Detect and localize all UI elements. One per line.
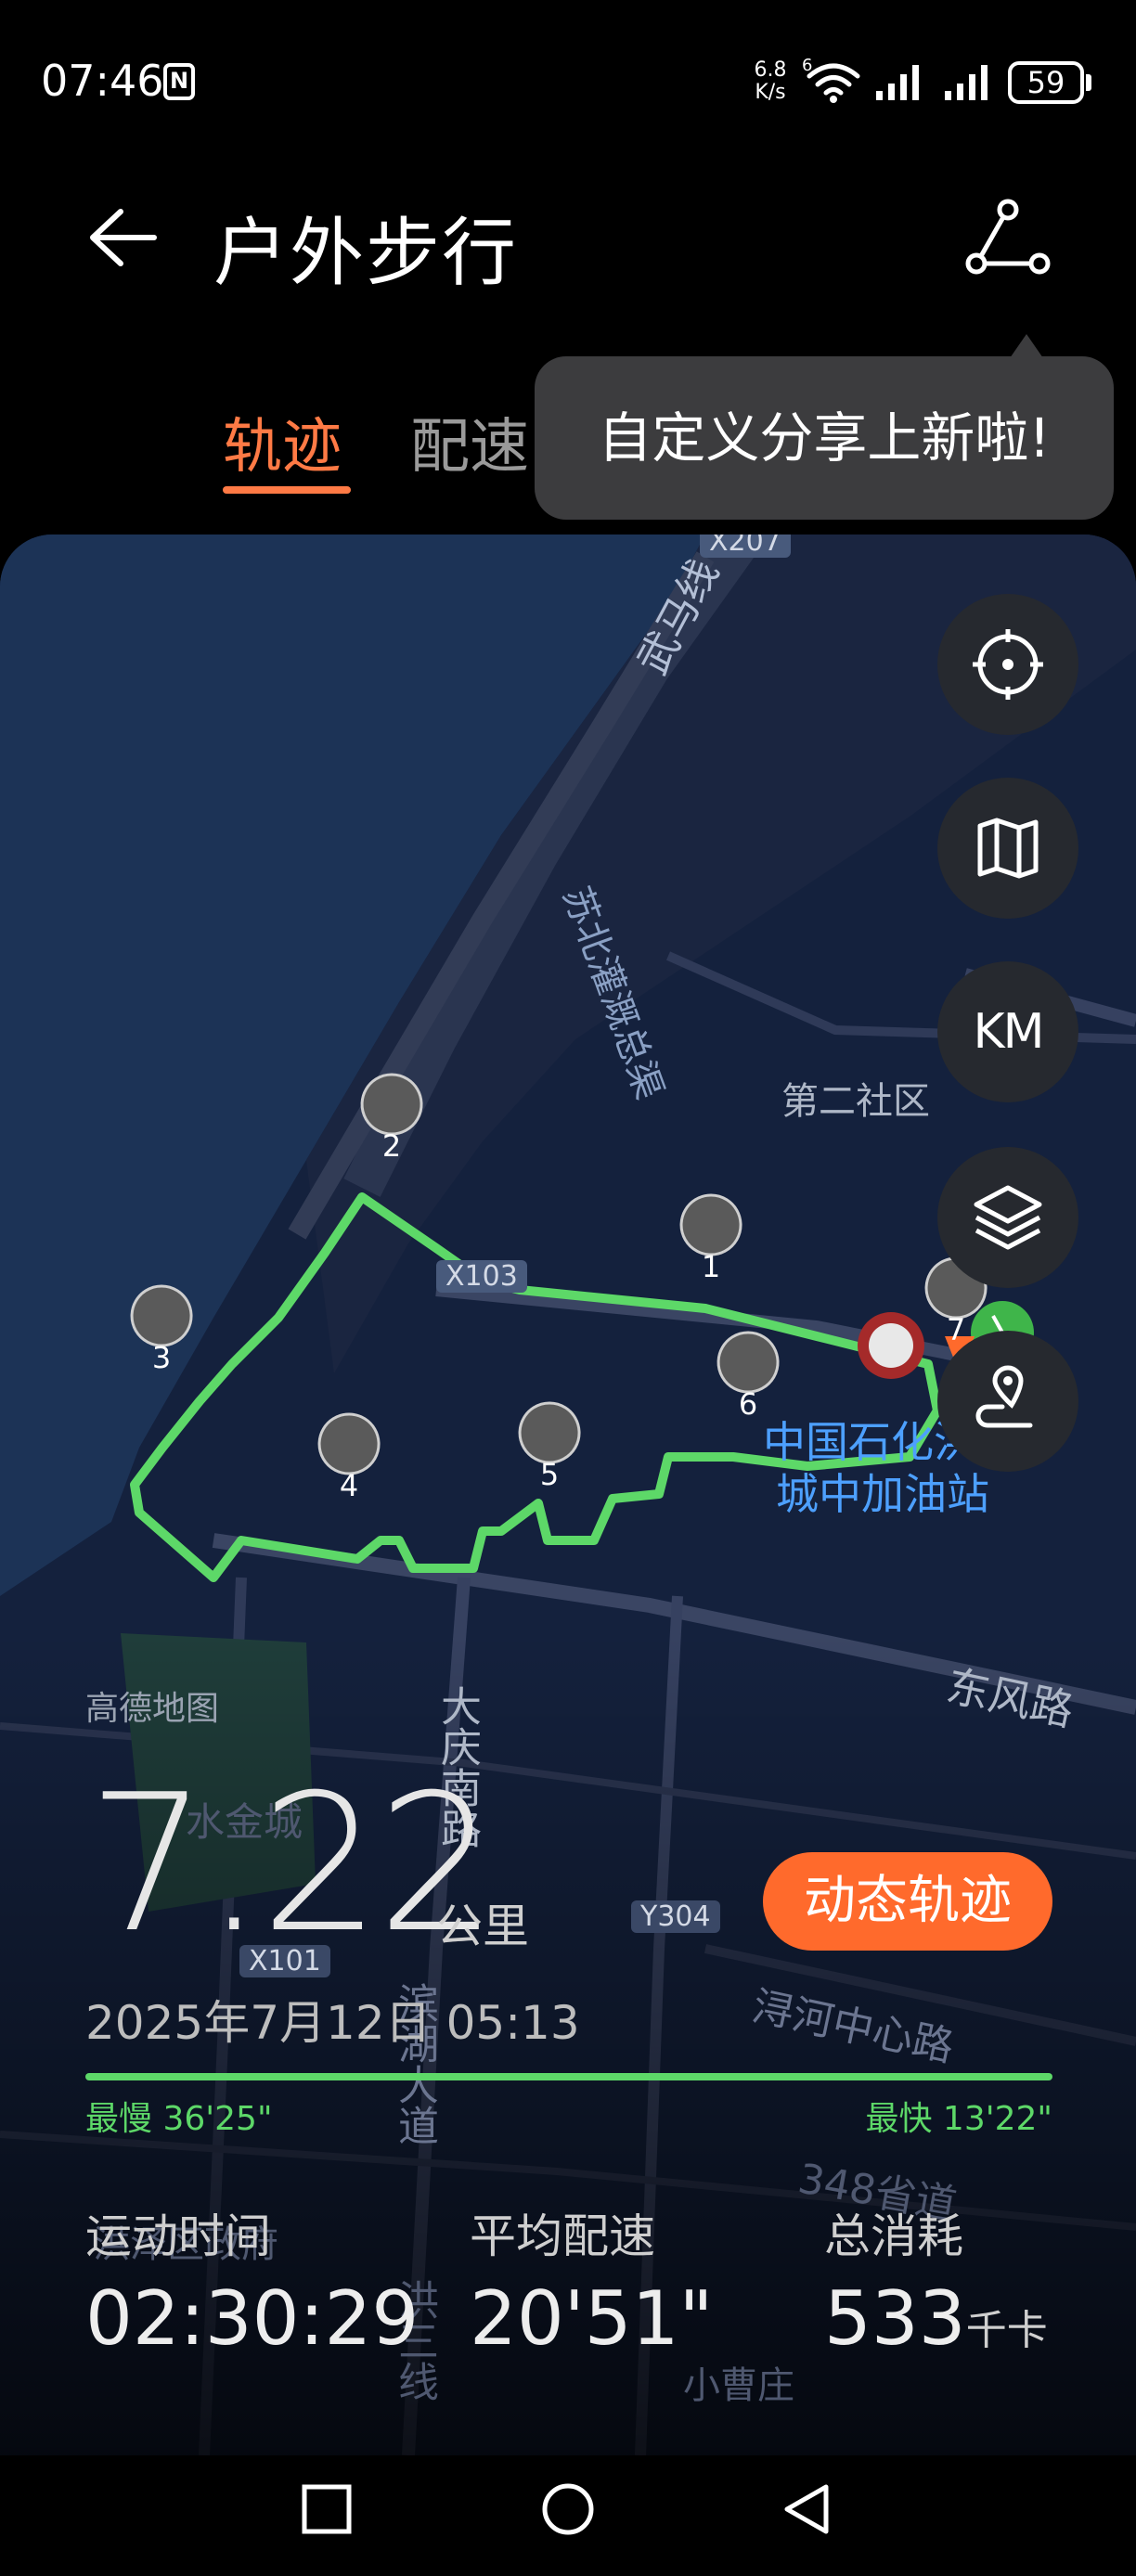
route-map[interactable]: X207 武马线 苏北灌溉总渠 第二社区 X103 中国石化洪泽 城中加油站 东… — [0, 535, 1136, 2455]
route-markers-button[interactable] — [937, 1331, 1078, 1472]
network-speed-value: 6.8 — [754, 58, 787, 82]
slowest-pace: 最慢 36'25" — [85, 2100, 273, 2138]
tab-pace[interactable]: 配速 — [410, 399, 529, 484]
distance-unit: 公里 — [436, 1900, 529, 1953]
network-speed-unit: K/s — [755, 81, 786, 104]
tab-track[interactable]: 轨迹 — [223, 399, 342, 484]
signal-icon-1 — [876, 65, 919, 100]
route-pin-icon — [975, 1365, 1033, 1428]
stat-value-avg-pace: 20'51" — [470, 2275, 714, 2362]
km-toggle-button[interactable]: KM — [937, 961, 1078, 1102]
home-icon[interactable] — [540, 2483, 596, 2539]
crosshair-icon — [973, 629, 1043, 700]
signal-icon-2 — [945, 65, 988, 100]
share-tooltip[interactable]: 自定义分享上新啦! — [535, 356, 1114, 520]
locate-button[interactable] — [937, 594, 1078, 735]
map-fold-icon — [977, 818, 1039, 879]
tab-active-indicator — [223, 486, 351, 494]
tooltip-arrow — [1010, 334, 1043, 358]
stat-value-calories: 533千卡 — [824, 2275, 1048, 2362]
recent-apps-icon[interactable] — [301, 2483, 353, 2535]
km-marker-5: 5 — [539, 1457, 560, 1492]
stat-label-duration: 运动时间 — [85, 2209, 271, 2263]
network-speed: 6.8 K/s — [748, 59, 793, 104]
back-nav-icon[interactable] — [781, 2483, 833, 2535]
map-style-button[interactable] — [937, 778, 1078, 919]
stat-value-duration: 02:30:29 — [85, 2275, 420, 2362]
stat-label-avg-pace: 平均配速 — [470, 2209, 655, 2263]
back-arrow-icon[interactable] — [84, 200, 158, 275]
wifi-6-badge: 6 — [802, 56, 813, 75]
dynamic-track-button[interactable]: 动态轨迹 — [763, 1852, 1052, 1951]
stat-unit-calories: 千卡 — [965, 2307, 1048, 2354]
stat-value-calories-number: 533 — [824, 2275, 966, 2362]
km-marker-4: 4 — [339, 1468, 359, 1503]
page-title: 户外步行 — [213, 210, 518, 296]
stat-label-calories: 总消耗 — [824, 2209, 963, 2263]
km-marker-3: 3 — [151, 1340, 172, 1375]
km-marker-1: 1 — [701, 1249, 721, 1284]
battery-tip — [1086, 74, 1091, 91]
road-shield-y304: Y304 — [631, 1900, 720, 1933]
km-marker-6: 6 — [738, 1386, 758, 1422]
status-time: 07:46 — [41, 56, 164, 106]
pace-range-bar — [85, 2073, 1052, 2080]
share-route-icon[interactable] — [965, 199, 1051, 277]
record-date: 2025年7月12日 05:13 — [85, 1996, 580, 2050]
area-label-xiaocao: 小曹庄 — [683, 2364, 794, 2407]
nfc-icon: N — [163, 63, 195, 100]
map-provider-label: 高德地图 — [85, 1690, 220, 1728]
layers-icon — [974, 1185, 1042, 1250]
layers-button[interactable] — [937, 1147, 1078, 1288]
km-marker-2: 2 — [381, 1128, 402, 1164]
wifi-icon — [807, 63, 860, 103]
distance-value: 7.22 — [87, 1755, 497, 1975]
km-toggle-label: KM — [973, 1004, 1045, 1060]
fastest-pace: 最快 13'22" — [865, 2100, 1052, 2138]
battery-indicator: 59 — [1008, 61, 1084, 104]
km-marker-7: 7 — [946, 1312, 966, 1347]
